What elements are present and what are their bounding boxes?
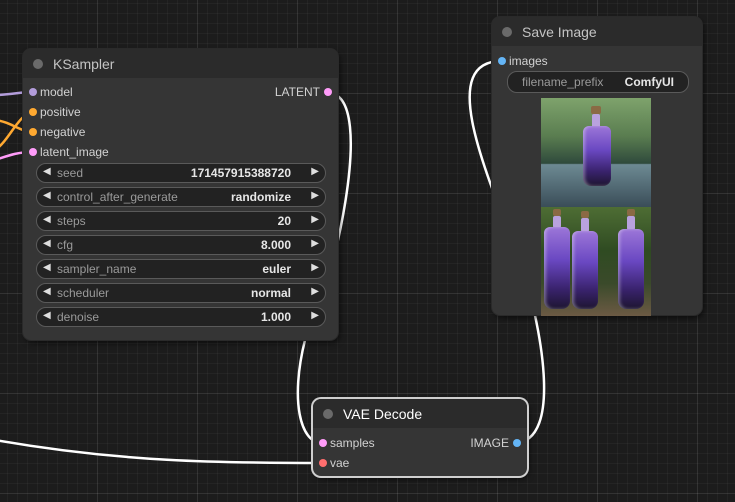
increment-arrow-icon[interactable]: ▶ xyxy=(311,214,319,225)
node-title: KSampler xyxy=(53,56,115,72)
slot-label: LATENT xyxy=(274,85,320,99)
slot-label: model xyxy=(40,85,73,99)
node-title: VAE Decode xyxy=(343,406,423,422)
slot-label: positive xyxy=(40,105,81,119)
wire-vae xyxy=(0,439,323,465)
vae-pin-icon[interactable] xyxy=(319,459,327,467)
collapse-dot-icon[interactable] xyxy=(502,27,512,37)
widget-label: cfg xyxy=(57,238,74,252)
output-slot-latent[interactable]: LATENT xyxy=(252,84,332,100)
conditioning-pin-icon[interactable] xyxy=(29,128,37,136)
slot-label: negative xyxy=(40,125,86,139)
preview-image-single-bottle xyxy=(541,98,651,207)
widget-value[interactable]: ComfyUI xyxy=(625,75,674,89)
decrement-arrow-icon[interactable]: ◀ xyxy=(43,214,51,225)
widget-value[interactable]: randomize xyxy=(231,190,291,204)
widget-label: filename_prefix xyxy=(522,75,604,89)
save-image-header[interactable]: Save Image xyxy=(492,17,702,46)
widget-value[interactable]: 171457915388720 xyxy=(191,166,291,180)
widget-label: seed xyxy=(57,166,84,180)
widget-sampler-name[interactable]: ◀ sampler_name euler ▶ xyxy=(36,259,326,279)
decrement-arrow-icon[interactable]: ◀ xyxy=(43,286,51,297)
output-slot-image[interactable]: IMAGE xyxy=(441,435,521,451)
decrement-arrow-icon[interactable]: ◀ xyxy=(43,262,51,273)
widget-seed[interactable]: ◀ seed 171457915388720 ▶ xyxy=(36,163,326,183)
widget-control-after-generate[interactable]: ◀ control_after_generate randomize ▶ xyxy=(36,187,326,207)
widget-denoise[interactable]: ◀ denoise 1.000 ▶ xyxy=(36,307,326,327)
latent-pin-icon[interactable] xyxy=(319,439,327,447)
increment-arrow-icon[interactable]: ▶ xyxy=(311,286,319,297)
image-pin-icon[interactable] xyxy=(513,439,521,447)
vae-decode-header[interactable]: VAE Decode xyxy=(313,399,527,428)
collapse-dot-icon[interactable] xyxy=(33,59,43,69)
latent-pin-icon[interactable] xyxy=(29,148,37,156)
increment-arrow-icon[interactable]: ▶ xyxy=(311,238,319,249)
ksampler-node[interactable]: KSampler model positive negative latent_… xyxy=(23,49,338,340)
slot-label: vae xyxy=(330,456,350,470)
latent-pin-icon[interactable] xyxy=(324,88,332,96)
decrement-arrow-icon[interactable]: ◀ xyxy=(43,310,51,321)
slot-label: latent_image xyxy=(40,145,109,159)
widget-value[interactable]: euler xyxy=(262,262,291,276)
slot-label: images xyxy=(509,54,548,68)
widget-label: denoise xyxy=(57,310,100,324)
slot-label: IMAGE xyxy=(470,436,509,450)
save-image-node[interactable]: Save Image images filename_prefix ComfyU… xyxy=(492,17,702,316)
collapse-dot-icon[interactable] xyxy=(323,409,333,419)
image-pin-icon[interactable] xyxy=(498,57,506,65)
widget-value[interactable]: 20 xyxy=(278,214,291,228)
widget-label: sampler_name xyxy=(57,262,137,276)
slot-label: samples xyxy=(330,436,375,450)
increment-arrow-icon[interactable]: ▶ xyxy=(311,190,319,201)
node-title: Save Image xyxy=(522,24,597,40)
widget-filename-prefix[interactable]: filename_prefix ComfyUI xyxy=(507,71,689,93)
decrement-arrow-icon[interactable]: ◀ xyxy=(43,190,51,201)
model-pin-icon[interactable] xyxy=(29,88,37,96)
widget-steps[interactable]: ◀ steps 20 ▶ xyxy=(36,211,326,231)
preview-image-three-bottles xyxy=(541,207,651,316)
increment-arrow-icon[interactable]: ▶ xyxy=(311,166,319,177)
widget-value[interactable]: normal xyxy=(251,286,291,300)
increment-arrow-icon[interactable]: ▶ xyxy=(311,262,319,273)
conditioning-pin-icon[interactable] xyxy=(29,108,37,116)
widget-scheduler[interactable]: ◀ scheduler normal ▶ xyxy=(36,283,326,303)
widget-label: steps xyxy=(57,214,86,228)
image-preview[interactable] xyxy=(541,98,651,316)
vae-decode-node[interactable]: VAE Decode samples vae IMAGE xyxy=(313,399,527,476)
widget-label: scheduler xyxy=(57,286,110,300)
widget-cfg[interactable]: ◀ cfg 8.000 ▶ xyxy=(36,235,326,255)
widget-value[interactable]: 8.000 xyxy=(261,238,291,252)
increment-arrow-icon[interactable]: ▶ xyxy=(311,310,319,321)
ksampler-header[interactable]: KSampler xyxy=(23,49,338,78)
decrement-arrow-icon[interactable]: ◀ xyxy=(43,238,51,249)
widget-label: control_after_generate xyxy=(57,190,178,204)
decrement-arrow-icon[interactable]: ◀ xyxy=(43,166,51,177)
widget-value[interactable]: 1.000 xyxy=(261,310,291,324)
